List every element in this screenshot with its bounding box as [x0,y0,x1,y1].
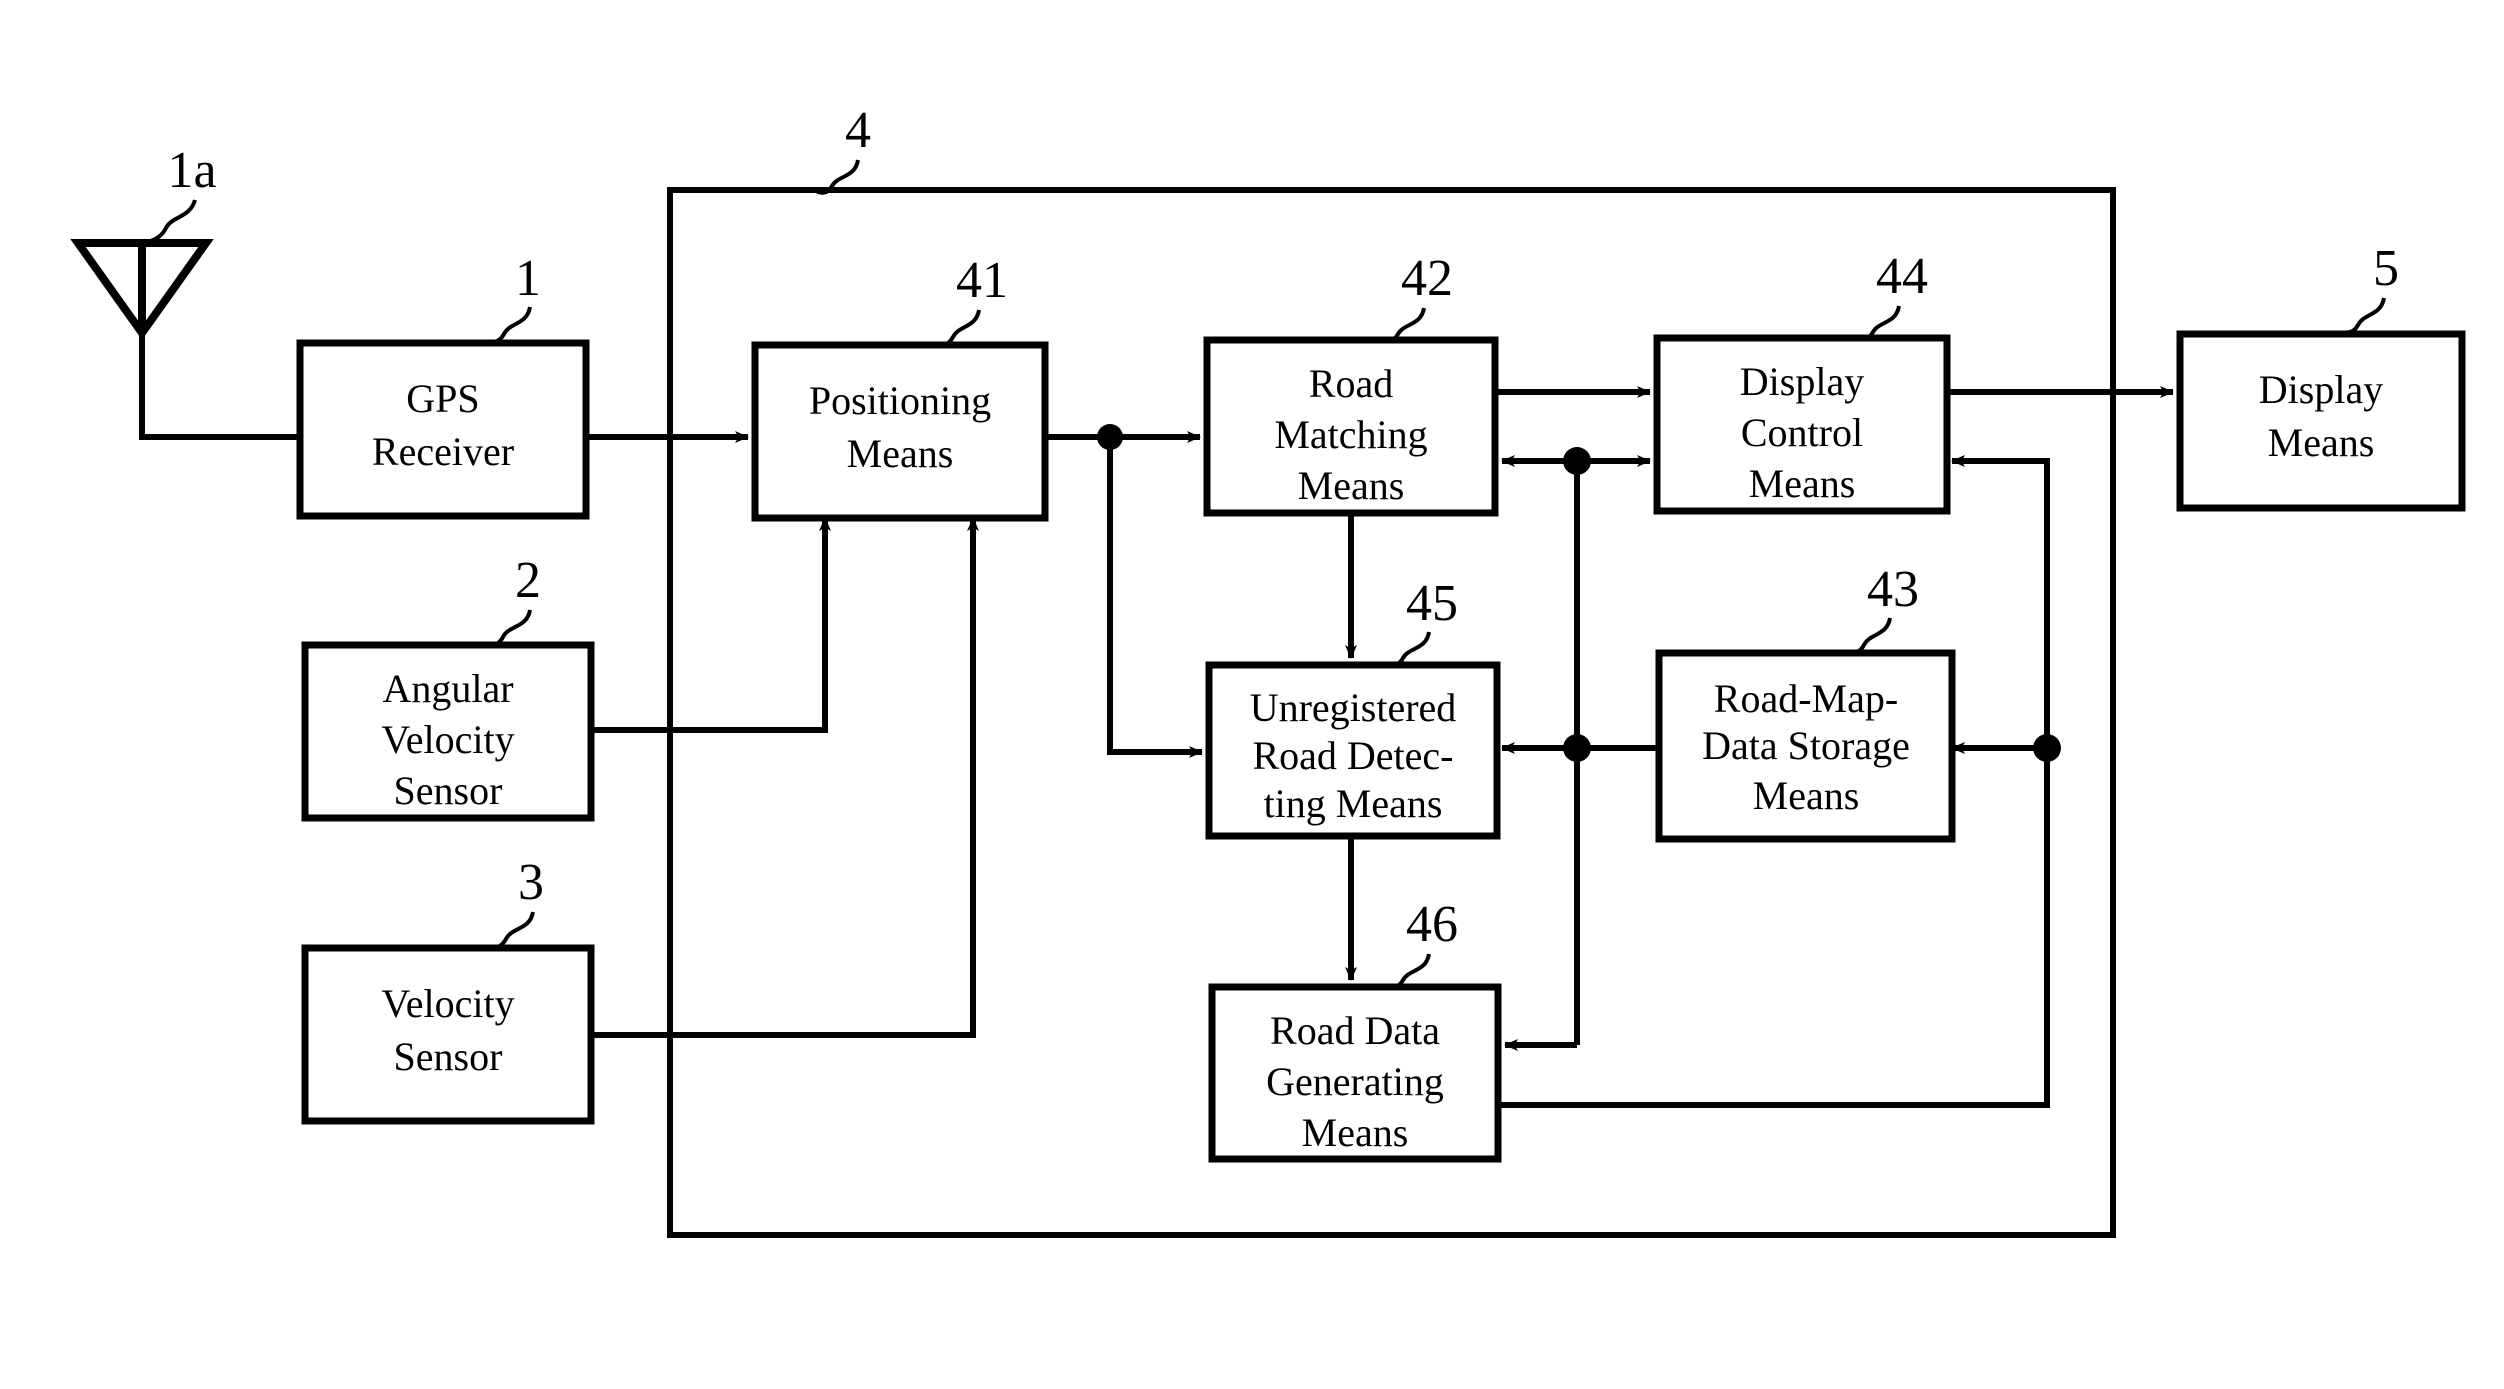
block-display-control-means: Display Control Means [1653,334,1951,515]
wire-angular-to-positioning [591,517,831,733]
ref-number-41: 41 [956,252,1008,309]
junction-dot-positioning-output [1097,424,1123,450]
block-positioning-means: Positioning Means [751,341,1049,522]
block-gps-receiver-line-1: Receiver [372,429,514,474]
block-road-data-generating-means-line-1: Generating [1266,1059,1444,1104]
ref-number-42: 42 [1401,250,1453,307]
block-road-matching-means-line-1: Matching [1274,412,1427,457]
block-display-control-means-line-0: Display [1740,359,1864,404]
junction-dot-roadmapdata-output [1563,734,1591,762]
block-angular-velocity-sensor-line-1: Velocity [381,717,514,762]
block-velocity-sensor-line-0: Velocity [381,981,514,1026]
wire-positioning-to-unregistered [1107,437,1203,758]
ref-number-1a: 1a [167,142,216,199]
block-road-map-data-storage-means-line-1: Data Storage [1702,723,1910,768]
block-unregistered-road-detecting-means-line-2: ting Means [1264,781,1443,826]
block-road-data-generating-means-line-0: Road Data [1270,1008,1440,1053]
ref-label-44: 44 [1855,248,1928,342]
block-road-matching-means: Road Matching Means [1203,336,1499,517]
ref-label-5: 5 [2339,240,2399,335]
block-velocity-sensor: Velocity Sensor [301,944,595,1125]
block-angular-velocity-sensor-line-2: Sensor [394,768,503,813]
ref-label-43: 43 [1845,561,1919,656]
block-gps-receiver-line-0: GPS [406,376,479,421]
ref-label-42: 42 [1380,250,1453,344]
block-diagram-svg: GPS Receiver Angular Velocity Sensor Vel… [70,102,2466,1238]
block-road-map-data-storage-means-line-2: Means [1753,773,1860,818]
block-road-data-generating-means: Road Data Generating Means [1208,983,1502,1163]
ref-number-3: 3 [518,854,544,911]
block-unregistered-road-detecting-means-line-0: Unregistered [1250,685,1457,730]
ref-label-41: 41 [934,252,1008,348]
block-display-means: Display Means [2176,330,2466,512]
block-velocity-sensor-line-1: Sensor [394,1034,503,1079]
junction-dot-return-spine [2033,734,2061,762]
ref-number-2: 2 [515,552,541,609]
block-positioning-means-line-1: Means [847,431,954,476]
block-display-means-line-1: Means [2268,420,2375,465]
wire-velocity-to-positioning [591,517,979,1038]
block-road-matching-means-line-0: Road [1309,361,1393,406]
ref-number-1: 1 [515,250,541,307]
block-road-map-data-storage-means: Road-Map- Data Storage Means [1655,649,1956,843]
ref-number-5: 5 [2373,240,2399,297]
ref-number-44: 44 [1876,248,1928,305]
ref-number-43: 43 [1867,561,1919,618]
ref-label-4: 4 [815,102,871,195]
block-positioning-means-line-0: Positioning [809,378,991,423]
block-display-means-line-0: Display [2259,367,2383,412]
block-angular-velocity-sensor: Angular Velocity Sensor [301,641,595,822]
block-display-control-means-line-1: Control [1741,410,1863,455]
ref-number-4: 4 [845,102,871,159]
ref-number-45: 45 [1406,575,1458,632]
block-unregistered-road-detecting-means-line-1: Road Detec- [1252,733,1453,778]
block-angular-velocity-sensor-line-0: Angular [382,666,513,711]
ref-label-2: 2 [484,552,541,649]
ref-label-1: 1 [485,250,541,345]
gps-antenna-symbol [70,239,300,440]
patent-figure-canvas: GPS Receiver Angular Velocity Sensor Vel… [0,0,2504,1389]
block-road-matching-means-line-2: Means [1298,463,1405,508]
block-unregistered-road-detecting-means: Unregistered Road Detec- ting Means [1205,661,1501,840]
ref-label-46: 46 [1384,896,1458,990]
block-display-control-means-line-2: Means [1749,461,1856,506]
wire-return-to-displaycontrol [1951,455,2050,748]
block-road-data-generating-means-line-2: Means [1302,1110,1409,1155]
ref-label-45: 45 [1385,575,1458,668]
ref-label-3: 3 [487,854,544,952]
ref-label-1a: 1a [145,142,217,245]
ref-number-46: 46 [1406,896,1458,953]
block-gps-receiver: GPS Receiver [296,339,590,520]
block-road-map-data-storage-means-line-0: Road-Map- [1714,676,1898,721]
